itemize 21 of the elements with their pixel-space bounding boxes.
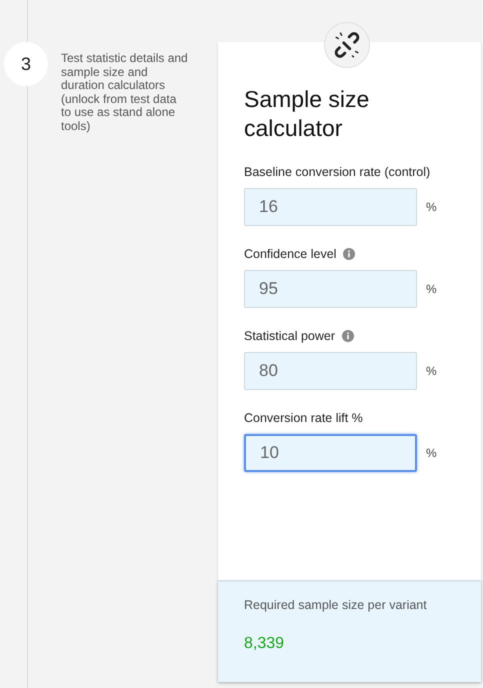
field-label: Statistical power: [244, 329, 336, 343]
step-description: Test statistic details and sample size and duration calculators (unlock from test data to use as stand alone tools): [61, 52, 189, 133]
field-label: Conversion rate lift %: [244, 411, 363, 425]
info-icon[interactable]: [342, 330, 354, 342]
info-icon[interactable]: [343, 248, 356, 260]
unlink-button[interactable]: [324, 22, 370, 68]
step-number: 3: [4, 42, 48, 86]
input-field[interactable]: 95: [244, 270, 417, 308]
input-field[interactable]: 80: [244, 352, 417, 390]
unit-label: %: [426, 364, 437, 378]
unit-label: %: [426, 200, 437, 214]
card-title: Sample size calculator: [244, 85, 370, 143]
input-field[interactable]: 10: [244, 434, 417, 472]
broken-link-icon[interactable]: [334, 32, 360, 58]
input-field[interactable]: 16: [244, 188, 417, 226]
result-label: Required sample size per variant: [244, 598, 428, 612]
unit-label: %: [426, 282, 437, 296]
result-value: 8,339: [244, 635, 286, 653]
field-label: Confidence level: [244, 247, 336, 261]
unit-label: %: [426, 446, 437, 460]
field-label: Baseline conversion rate (control): [244, 165, 430, 179]
